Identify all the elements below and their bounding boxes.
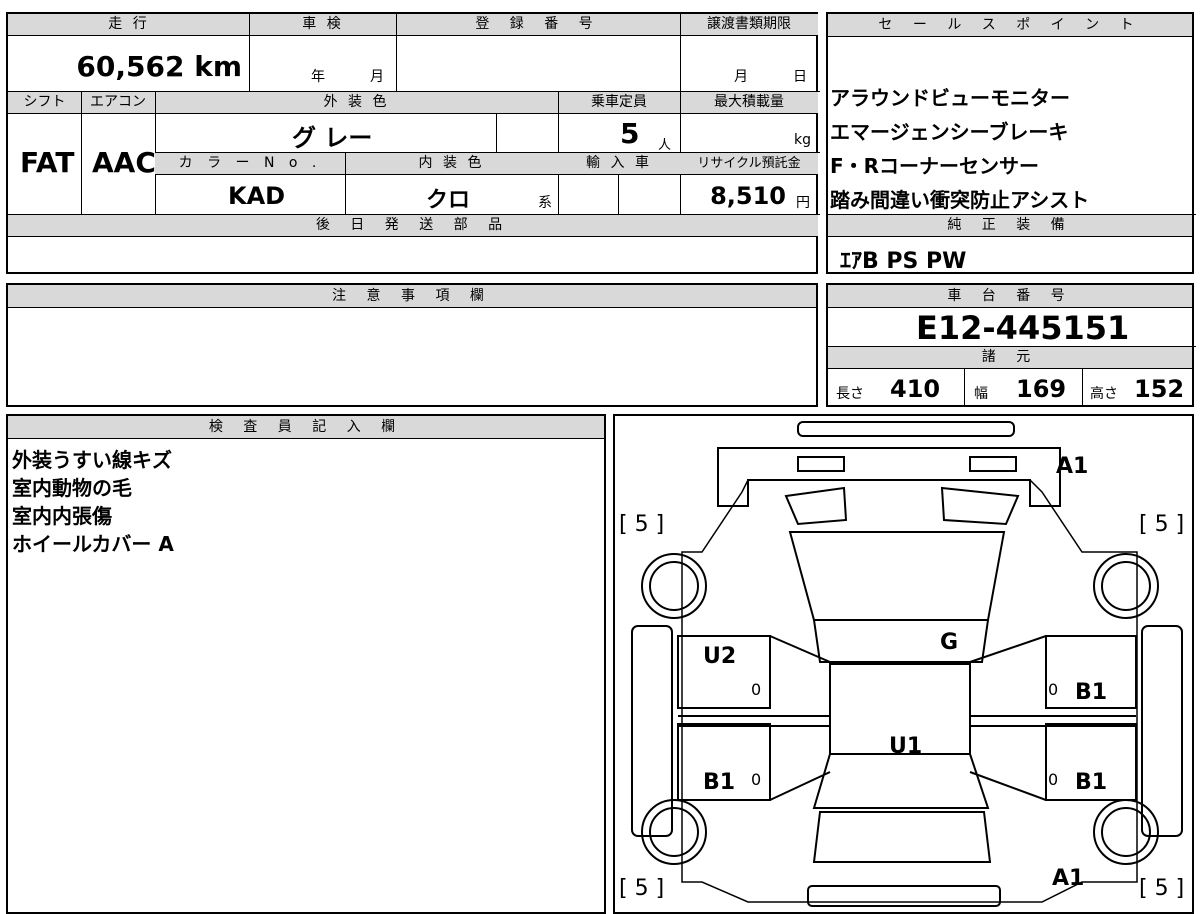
later-parts-label: 後 日 発 送 部 品 bbox=[8, 215, 818, 237]
car-outline-diagram bbox=[631, 421, 1183, 907]
notes-box: 注 意 事 項 欄 bbox=[6, 283, 818, 407]
length-label: 長さ bbox=[836, 386, 864, 402]
length-value: 410 bbox=[890, 375, 941, 403]
genuine-equipment-label: 純 正 装 備 bbox=[828, 215, 1192, 237]
mark-a1-rear: A1 bbox=[1052, 866, 1085, 891]
capacity-unit: 人 bbox=[658, 138, 672, 153]
inspector-note-2: 室内動物の毛 bbox=[12, 476, 132, 500]
sales-points-label: セ ー ル ス ポ イ ン ト bbox=[828, 14, 1192, 37]
width-value: 169 bbox=[1016, 375, 1067, 403]
transfer-month: 月 bbox=[734, 69, 748, 85]
inspector-note-1: 外装うすい線キズ bbox=[12, 448, 172, 472]
zero-left-front: 0 bbox=[751, 680, 762, 699]
tire-front-right-grade: [ 5 ] bbox=[1139, 512, 1185, 537]
capacity-label: 乗車定員 bbox=[558, 92, 680, 114]
shift-value: FAT bbox=[20, 146, 75, 179]
tire-front-left-grade: [ 5 ] bbox=[619, 512, 665, 537]
capacity-value: 5 bbox=[620, 117, 640, 150]
import-label: 輸 入 車 bbox=[558, 153, 680, 175]
recycle-unit: 円 bbox=[796, 195, 810, 211]
notes-label: 注 意 事 項 欄 bbox=[8, 285, 816, 308]
width-label: 幅 bbox=[974, 386, 988, 402]
zero-right-rear: 0 bbox=[1048, 770, 1059, 789]
inspector-notes-box: 検 査 員 記 入 欄 外装うすい線キズ 室内動物の毛 室内内張傷 ホイールカバ… bbox=[6, 414, 606, 914]
mark-b1-right-front: B1 bbox=[1075, 680, 1108, 705]
sales-point-2: エマージェンシーブレーキ bbox=[830, 120, 1069, 144]
zero-right-front: 0 bbox=[1048, 680, 1059, 699]
sales-point-4: 踏み間違い衝突防止アシスト bbox=[830, 188, 1090, 212]
sales-points-box: セ ー ル ス ポ イ ン ト アラウンドビューモニター エマージェンシーブレー… bbox=[826, 12, 1196, 274]
genuine-equipment-value: ｴｱB PS PW bbox=[840, 249, 967, 274]
chassis-number-value: E12-445151 bbox=[916, 309, 1130, 347]
mileage-label: 走 行 bbox=[8, 14, 250, 36]
mark-a1-front: A1 bbox=[1056, 454, 1089, 479]
max-load-label: 最大積載量 bbox=[680, 92, 818, 114]
mark-b1-left-rear: B1 bbox=[703, 770, 736, 795]
transfer-day: 日 bbox=[793, 69, 807, 85]
sales-point-3: F・Rコーナーセンサー bbox=[830, 154, 1040, 178]
mark-u1: U1 bbox=[889, 734, 923, 759]
specs-label: 諸 元 bbox=[828, 347, 1192, 369]
chassis-number-label: 車 台 番 号 bbox=[828, 285, 1192, 308]
inspector-note-3: 室内内張傷 bbox=[12, 504, 112, 528]
mileage-value: 60,562 km bbox=[76, 50, 242, 83]
ext-color-label: 外 装 色 bbox=[155, 92, 558, 114]
transfer-deadline-label: 譲渡書類期限 bbox=[680, 14, 818, 36]
registration-label: 登 録 番 号 bbox=[396, 14, 680, 36]
ext-color-value: グ レー bbox=[292, 124, 373, 152]
int-color-value: クロ bbox=[426, 188, 471, 213]
color-no-value: KAD bbox=[228, 182, 286, 210]
sales-point-1: アラウンドビューモニター bbox=[830, 86, 1070, 110]
mark-u2: U2 bbox=[703, 644, 737, 669]
inspection-month: 月 bbox=[370, 69, 384, 85]
color-no-label: カ ラ ー N o . bbox=[155, 153, 345, 175]
height-label: 高さ bbox=[1090, 386, 1118, 402]
recycle-label: リサイクル預託金 bbox=[680, 153, 818, 175]
int-color-suffix: 系 bbox=[538, 195, 552, 211]
damage-diagram-box: [ 5 ] [ 5 ] [ 5 ] [ 5 ] A1 G U2 B1 U1 B1… bbox=[613, 414, 1194, 914]
int-color-label: 内 装 色 bbox=[345, 153, 558, 175]
inspector-note-4: ホイールカバー A bbox=[12, 532, 174, 556]
shift-label: シフト bbox=[8, 92, 81, 114]
mark-g: G bbox=[940, 630, 959, 655]
zero-left-rear: 0 bbox=[751, 770, 762, 789]
inspection-label: 車 検 bbox=[250, 14, 396, 36]
chassis-box: 車 台 番 号 E12-445151 諸 元 長さ 410 幅 169 高さ 1… bbox=[826, 283, 1196, 407]
tire-rear-right-grade: [ 5 ] bbox=[1139, 876, 1185, 901]
max-load-unit: kg bbox=[794, 132, 811, 148]
inspection-year: 年 bbox=[311, 69, 325, 85]
inspector-notes-label: 検 査 員 記 入 欄 bbox=[8, 416, 604, 439]
vehicle-info-table: 走 行 車 検 登 録 番 号 譲渡書類期限 60,562 km 年 月 月 日… bbox=[6, 12, 820, 274]
ac-label: エアコン bbox=[81, 92, 155, 114]
ac-value: AAC bbox=[92, 146, 156, 179]
tire-rear-left-grade: [ 5 ] bbox=[619, 876, 665, 901]
recycle-value: 8,510 bbox=[710, 182, 786, 210]
height-value: 152 bbox=[1134, 375, 1185, 403]
mark-b1-right-rear: B1 bbox=[1075, 770, 1108, 795]
